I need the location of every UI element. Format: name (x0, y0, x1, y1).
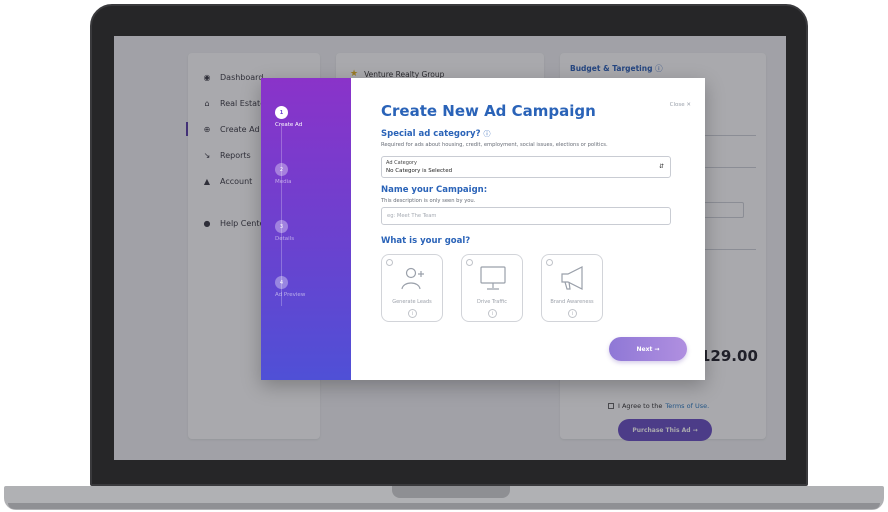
next-button[interactable]: Next → (609, 337, 687, 361)
question-icon[interactable]: ⓘ (483, 130, 490, 138)
laptop-notch (392, 486, 510, 498)
laptop-bezel: ◉ Dashboard ⌂ Real Estate ⊕ Create Ad ↘ (90, 4, 808, 486)
step-media[interactable]: 2 Media (275, 163, 345, 185)
step-label: Create Ad (275, 122, 303, 128)
goal-label: Generate Leads (392, 299, 432, 305)
create-campaign-modal: 1 Create Ad 2 Media 3 Details 4 Ad Previ… (261, 78, 705, 380)
goal-label: Brand Awareness (550, 299, 594, 305)
step-label: Media (275, 179, 292, 185)
megaphone-icon (561, 266, 583, 290)
ad-category-select[interactable]: Ad Category No Category is Selected ⇵ (381, 156, 671, 178)
step-ad-preview[interactable]: 4 Ad Preview (275, 276, 345, 298)
monitor-icon (480, 266, 506, 290)
goal-label: Drive Traffic (477, 299, 507, 305)
modal-content: Close ✕ Create New Ad Campaign Special a… (351, 78, 705, 380)
goal-card-generate-leads[interactable]: Generate Leads i (381, 254, 443, 322)
category-heading-text: Special ad category? (381, 129, 481, 139)
close-button[interactable]: Close ✕ (670, 102, 691, 108)
goal-card-drive-traffic[interactable]: Drive Traffic i (461, 254, 523, 322)
step-number: 3 (275, 220, 288, 233)
leads-icon (401, 267, 424, 290)
step-details[interactable]: 3 Details (275, 220, 345, 242)
goal-card-brand-awareness[interactable]: Brand Awareness i (541, 254, 603, 322)
goal-heading: What is your goal? (381, 236, 471, 246)
select-chevron-icon: ⇵ (658, 163, 664, 170)
step-number: 4 (275, 276, 288, 289)
wizard-steps: 1 Create Ad 2 Media 3 Details 4 Ad Previ… (261, 78, 351, 380)
screen: ◉ Dashboard ⌂ Real Estate ⊕ Create Ad ↘ (114, 36, 786, 460)
category-subtext: Required for ads about housing, credit, … (381, 142, 608, 148)
info-icon[interactable]: i (488, 309, 497, 318)
step-label: Details (275, 236, 295, 242)
campaign-name-input[interactable] (381, 207, 671, 225)
step-label: Ad Preview (275, 292, 306, 298)
laptop-base-edge (8, 503, 880, 509)
step-number: 1 (275, 106, 288, 119)
goal-radio[interactable] (546, 259, 553, 266)
select-label: Ad Category (386, 160, 417, 166)
select-value: No Category is Selected (386, 168, 453, 174)
step-number: 2 (275, 163, 288, 176)
laptop-mockup: ◉ Dashboard ⌂ Real Estate ⊕ Create Ad ↘ (0, 0, 888, 512)
goal-radio[interactable] (466, 259, 473, 266)
goal-radio[interactable] (386, 259, 393, 266)
category-heading: Special ad category? ⓘ (381, 129, 490, 139)
info-icon[interactable]: i (568, 309, 577, 318)
name-subtext: This description is only seen by you. (381, 198, 476, 204)
info-icon[interactable]: i (408, 309, 417, 318)
modal-title: Create New Ad Campaign (381, 102, 596, 120)
step-create-ad[interactable]: 1 Create Ad (275, 106, 345, 128)
name-heading: Name your Campaign: (381, 185, 488, 195)
